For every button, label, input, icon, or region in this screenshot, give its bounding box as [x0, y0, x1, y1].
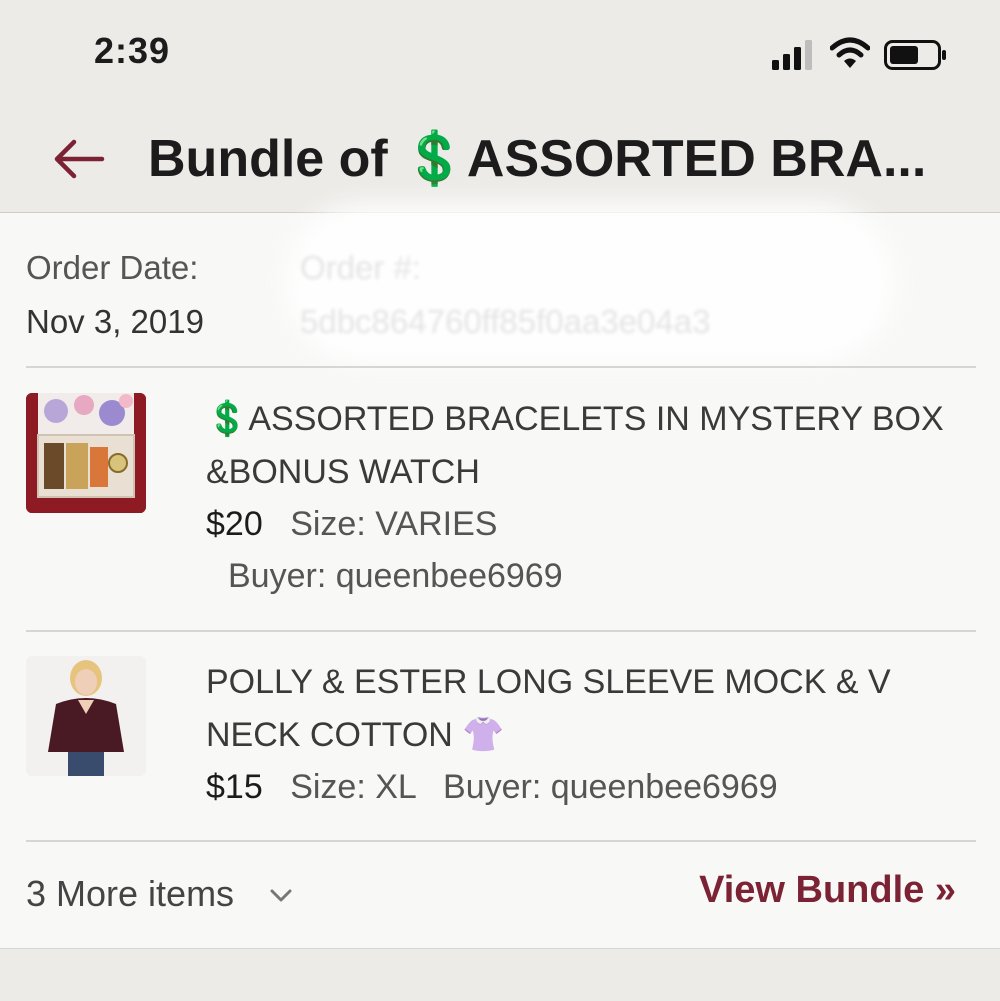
- buyer-value[interactable]: queenbee6969: [551, 768, 778, 806]
- order-card: Order Date: Nov 3, 2019 Order #: 5dbc864…: [0, 203, 1000, 948]
- wifi-icon: [830, 37, 870, 68]
- item-thumbnail[interactable]: [26, 656, 146, 776]
- order-date-value: Nov 3, 2019: [26, 303, 204, 340]
- item-price: $20: [206, 505, 263, 543]
- cellular-signal-icon: [772, 40, 812, 70]
- app-header: 2:39 Bundle of 💲ASSORTED BRA...: [0, 0, 1000, 213]
- buyer-value[interactable]: queenbee6969: [336, 557, 563, 595]
- divider: [26, 366, 976, 368]
- page-title: Bundle of 💲ASSORTED BRA...: [148, 130, 927, 188]
- order-number-block: Order #: 5dbc864760ff85f0aa3e04a3: [300, 241, 710, 349]
- sweater-model-image: [26, 656, 146, 776]
- buyer-label: Buyer:: [443, 768, 542, 806]
- chevron-down-icon: [270, 889, 292, 902]
- item-thumbnail[interactable]: [26, 393, 146, 513]
- divider: [26, 840, 976, 842]
- order-date-label: Order Date:: [26, 249, 199, 286]
- size-label: Size:: [290, 505, 366, 543]
- divider: [26, 630, 976, 632]
- item-price-size: $20 Size: VARIES: [206, 505, 497, 544]
- size-label: Size:: [290, 768, 366, 806]
- background-strip: [0, 948, 1000, 1001]
- order-date-block: Order Date: Nov 3, 2019: [26, 241, 204, 349]
- more-items-label: 3 More items: [26, 873, 235, 914]
- back-button[interactable]: [50, 132, 110, 186]
- buyer-label: Buyer:: [228, 557, 327, 595]
- back-arrow-icon: [54, 139, 105, 179]
- size-value: XL: [375, 768, 416, 806]
- item-buyer: Buyer: queenbee6969: [228, 557, 563, 596]
- bracelet-box-image: [26, 393, 146, 513]
- item-title[interactable]: 💲ASSORTED BRACELETS IN MYSTERY BOX &BONU…: [206, 393, 966, 499]
- status-time: 2:39: [94, 30, 171, 71]
- order-number-label: Order #:: [300, 249, 422, 286]
- view-bundle-link[interactable]: View Bundle »: [699, 869, 956, 912]
- more-items-toggle[interactable]: 3 More items: [26, 873, 292, 915]
- size-value: VARIES: [375, 505, 498, 543]
- order-number-value: 5dbc864760ff85f0aa3e04a3: [300, 303, 711, 340]
- item-price-size-buyer: $15 Size: XL Buyer: queenbee6969: [206, 768, 778, 807]
- battery-icon: [884, 40, 946, 70]
- item-title[interactable]: POLLY & ESTER LONG SLEEVE MOCK & V NECK …: [206, 656, 966, 762]
- item-price: $15: [206, 768, 263, 806]
